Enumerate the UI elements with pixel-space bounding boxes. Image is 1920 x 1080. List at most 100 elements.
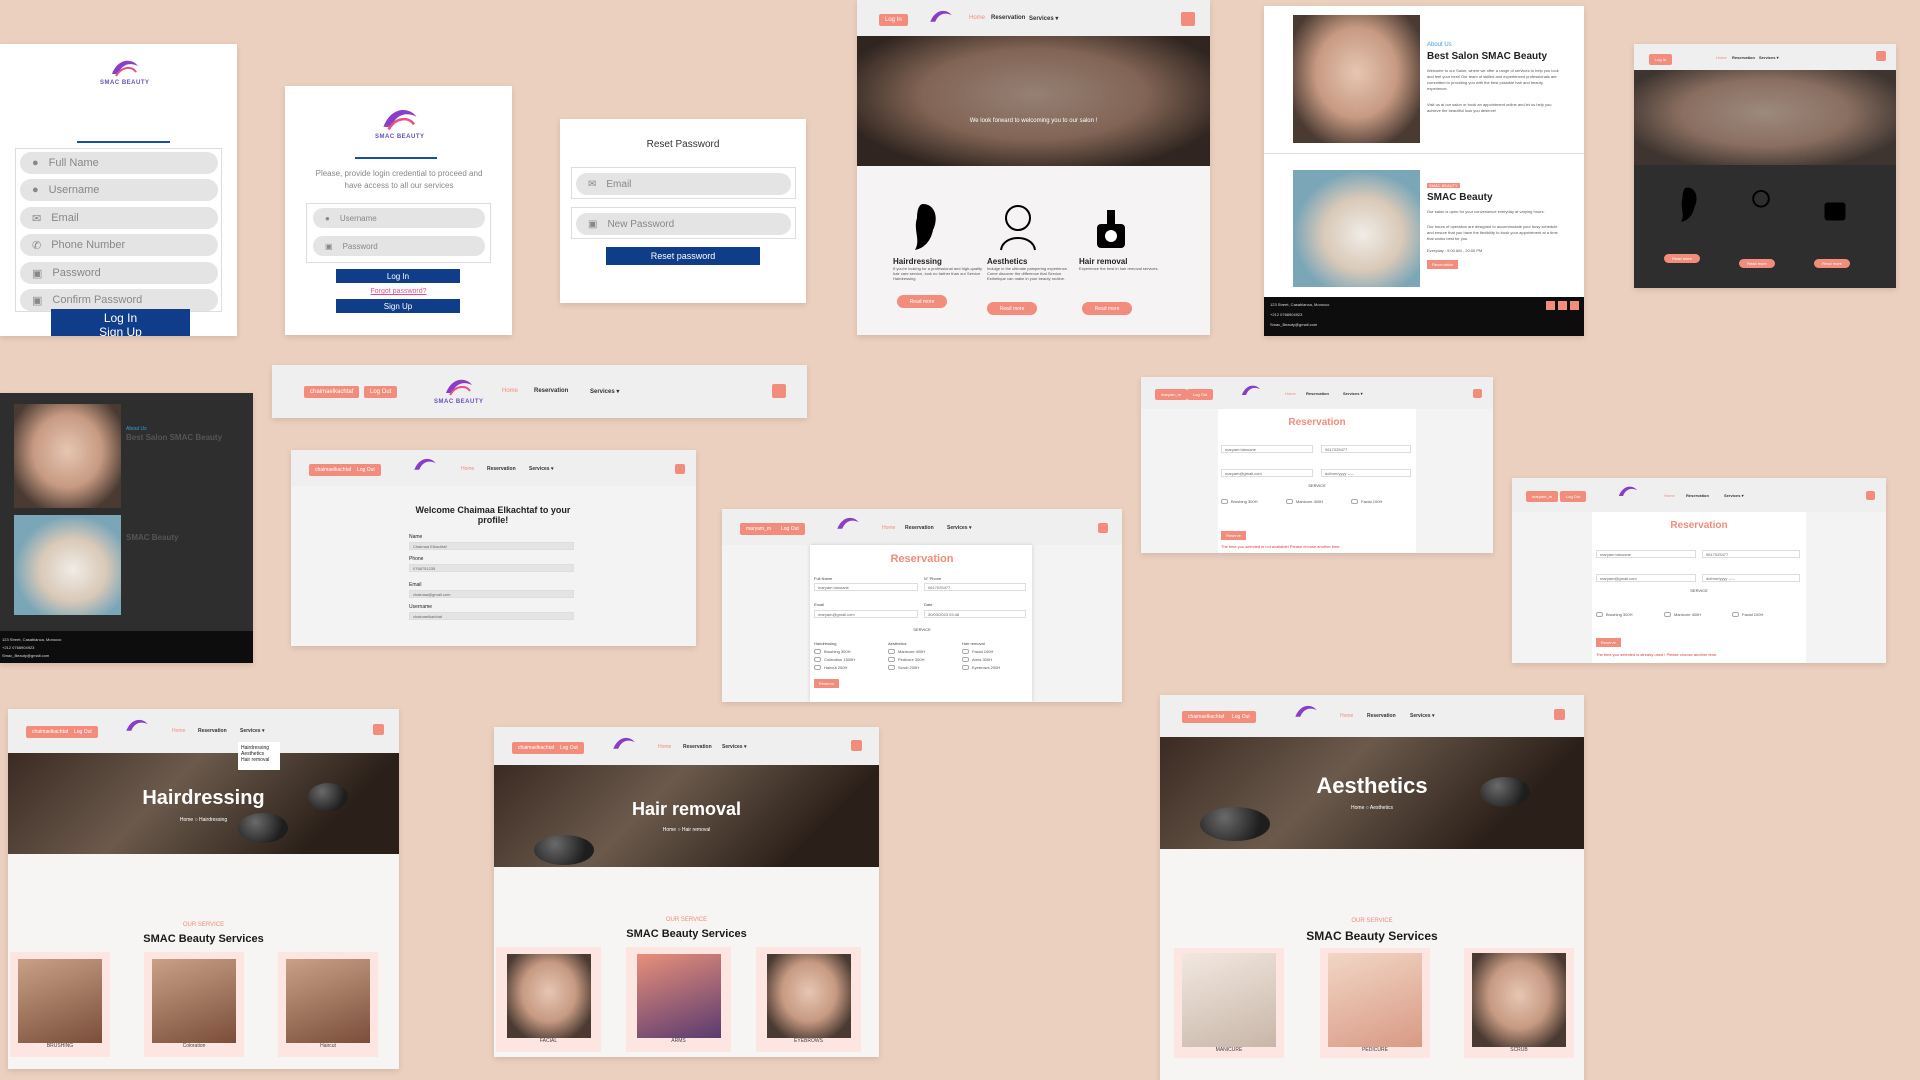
service-checkbox[interactable]: Eyebrows 200H [962,665,1000,670]
service-checkbox[interactable]: Brushing 300H [1221,499,1257,504]
nav-home[interactable]: Home [461,466,474,472]
nav-home[interactable]: Home [172,728,185,734]
nav-services[interactable]: Services ▾ [590,388,619,395]
read-more-button[interactable]: Read more [987,302,1037,315]
dropdown-item[interactable]: Hair removal [241,757,277,763]
user-button[interactable]: maryam_m [740,523,778,535]
fullname-field[interactable]: maryam latouane [1596,550,1696,558]
nav-reservation[interactable]: Reservation [487,466,516,472]
email-field[interactable]: maryam@gmail.com [1596,574,1696,582]
phone-field[interactable]: 0617025477 [1321,445,1411,453]
search-button[interactable] [851,740,862,751]
nav-home[interactable]: Home [1340,713,1353,719]
fullname-field[interactable]: ● Full Name [20,152,218,174]
search-button[interactable] [1098,523,1108,533]
fullname-field[interactable]: maryam latouane [814,583,918,591]
email-field[interactable]: maryam@gmail.com [814,610,918,618]
service-checkbox[interactable]: Coloration 1500H [814,657,855,662]
read-more-button[interactable]: Read more [1082,302,1132,315]
service-checkbox[interactable]: Manicure 400H [1286,499,1323,504]
nav-reservation[interactable]: Reservation [905,525,934,531]
search-button[interactable] [1473,389,1482,398]
email-field[interactable]: maryam@gmail.com [1221,469,1313,477]
search-button[interactable] [1866,491,1875,500]
service-checkbox[interactable]: Brushing 300H [1596,612,1632,617]
nav-reservation[interactable]: Reservation [991,15,1025,21]
reservation-button[interactable]: Reservation [1427,260,1459,269]
nav-reservation[interactable]: Reservation [198,728,227,734]
nav-reservation[interactable]: Reservation [1367,713,1396,719]
service-checkbox[interactable]: Haircut 200H [814,665,847,670]
search-button[interactable] [1554,709,1565,720]
nav-home[interactable]: Home [969,15,985,21]
reserve-button[interactable]: Reserve [1596,638,1621,647]
email-field[interactable]: ✉ Email [576,173,791,195]
nav-services[interactable]: Services ▾ [1724,493,1744,498]
email-field[interactable]: chaimaa@gmail.com [409,590,574,598]
email-field[interactable]: ✉ Email [20,207,218,229]
logout-button[interactable]: Log Out [775,523,805,535]
search-button[interactable] [373,724,384,735]
service-checkbox[interactable]: Brushing 300H [814,649,850,654]
read-more-button[interactable]: Read more [1739,259,1775,268]
logout-button[interactable]: Log Out [1187,389,1214,400]
name-field[interactable]: Chaimaa Elkachtaf [409,542,574,550]
date-field[interactable]: dd/mm/yyyy --:-- [1702,574,1800,582]
search-button[interactable] [675,464,685,474]
search-button[interactable] [772,384,786,398]
nav-reservation[interactable]: Reservation [1686,493,1709,498]
read-more-button[interactable]: Read more [1814,259,1850,268]
phone-field[interactable]: 0617025477 [1702,550,1800,558]
new-password-field[interactable]: ▣ New Password [576,213,791,235]
social-icon[interactable] [1546,301,1555,310]
forgot-password-link[interactable]: Forgot password? [285,288,512,295]
user-button[interactable]: chaimaelkachtaf [26,726,75,738]
logout-button[interactable]: Log Out [351,464,381,476]
signup-button[interactable]: Sign Up [336,299,460,313]
phone-field[interactable]: 0768751235 [409,564,574,572]
nav-reservation[interactable]: Reservation [683,744,712,750]
username-field[interactable]: ● Username [20,179,218,201]
user-button[interactable]: chaimaelkachtaf [1182,711,1231,723]
nav-services[interactable]: Services ▾ [240,728,264,734]
nav-home[interactable]: Home [1285,391,1296,396]
service-checkbox[interactable]: Facial 100H [1351,499,1382,504]
user-button[interactable]: maryam_m [1155,389,1188,400]
nav-home[interactable]: Home [502,388,518,394]
nav-services[interactable]: Services ▾ [1759,55,1779,60]
username-field[interactable]: ● Username [313,208,485,228]
service-checkbox[interactable]: Scrub 200H [888,665,919,670]
logout-button[interactable]: Log Out [1226,711,1256,723]
user-button[interactable]: chaimaelkachtaf [309,464,358,476]
nav-home[interactable]: Home [1664,493,1675,498]
user-button[interactable]: chaimaelkachtaf [304,386,360,398]
service-checkbox[interactable]: Manicure 400H [1664,612,1701,617]
nav-reservation[interactable]: Reservation [1306,391,1329,396]
logout-button[interactable]: Log Out [68,726,98,738]
nav-services[interactable]: Services ▾ [722,744,746,750]
nav-services[interactable]: Services ▾ [529,466,553,472]
nav-reservation[interactable]: Reservation [534,388,568,394]
logout-button[interactable]: Log Out [554,742,584,754]
service-checkbox[interactable]: Pedicure 300H [888,657,924,662]
phone-field[interactable]: ✆ Phone Number [20,234,218,256]
confirm-password-field[interactable]: ▣ Confirm Password [20,289,218,311]
fullname-field[interactable]: maryam latouane [1221,445,1313,453]
phone-field[interactable]: 0617025477 [924,583,1026,591]
reserve-button[interactable]: Reserve [1221,531,1246,540]
login-button[interactable]: Log In [336,269,460,283]
user-button[interactable]: maryam_m [1526,491,1559,502]
nav-services[interactable]: Services ▾ [1410,713,1434,719]
service-checkbox[interactable]: Arms 300H [962,657,992,662]
reserve-button[interactable]: Reserve [814,679,839,688]
username-field[interactable]: chaimaelkachtaf [409,612,574,620]
nav-reservation[interactable]: Reservation [1732,55,1755,60]
login-button[interactable]: Log In [1649,54,1673,65]
service-checkbox[interactable]: Facial 100H [1732,612,1763,617]
search-button[interactable] [1181,12,1195,26]
signup-login-button[interactable]: Log In [51,309,190,327]
password-field[interactable]: ▣ Password [20,262,218,284]
social-icon[interactable] [1570,301,1579,310]
logout-button[interactable]: Log Out [1560,491,1587,502]
search-button[interactable] [1876,51,1886,61]
